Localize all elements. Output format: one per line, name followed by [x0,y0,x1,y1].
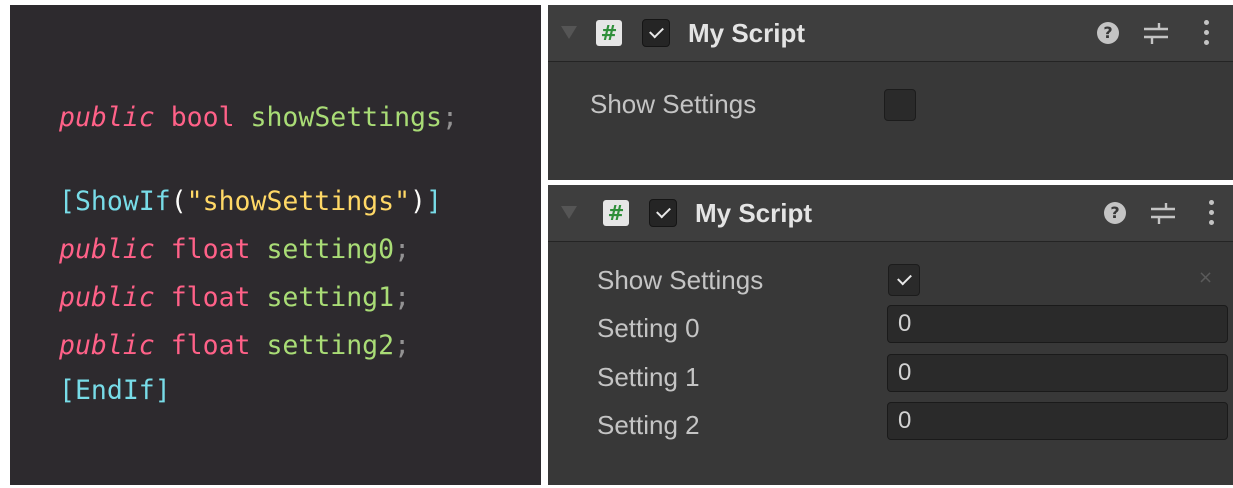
keyword-public: public [59,102,155,133]
setting-0-label: Setting 0 [597,313,700,343]
semicolon: ; [394,282,411,313]
attribute-open-bracket: [ [59,186,75,217]
kebab-menu-icon[interactable] [1203,20,1211,46]
field-name-setting0: setting0 [266,234,395,265]
component-enabled-checkbox[interactable] [642,19,670,47]
sliders-icon[interactable] [1143,21,1169,45]
code-line-show-settings: public bool showSettings; [59,102,458,133]
checkmark-icon [649,23,664,39]
attribute-endif: EndIf [74,375,155,406]
show-settings-label: Show Settings [597,265,764,295]
inspector-component-unchecked: # My Script ? Show Settings [548,5,1233,180]
field-name-setting1: setting1 [266,282,395,313]
keyword-public: public [59,282,155,313]
csharp-script-icon: # [596,20,622,46]
keyword-public: public [59,330,155,361]
type-bool: bool [170,102,235,133]
show-settings-label: Show Settings [590,89,757,119]
component-header[interactable]: # My Script ? [548,185,1233,242]
code-line-endif-attribute: [EndIf] [59,375,171,406]
triangle-down-icon[interactable] [561,206,577,219]
code-editor-panel: public bool showSettings; [ShowIf("showS… [10,5,541,485]
setting-0-input[interactable]: 0 [887,305,1228,343]
help-icon[interactable]: ? [1097,22,1119,44]
semicolon: ; [394,234,411,265]
setting-1-label: Setting 1 [597,362,700,392]
attribute-showif: ShowIf [74,186,171,217]
attribute-close-bracket: ] [154,375,171,406]
component-title: My Script [688,18,806,48]
help-icon[interactable]: ? [1104,202,1126,224]
code-line-setting0: public float setting0; [59,234,411,265]
semicolon: ; [441,102,458,133]
inspector-component-checked: # My Script ? Show Settings × Setting 0 … [548,185,1233,485]
type-float: float [170,330,251,361]
attribute-open-paren: ( [170,186,187,217]
csharp-script-icon: # [603,200,629,226]
component-enabled-checkbox[interactable] [649,199,677,227]
setting-1-input[interactable]: 0 [887,354,1228,392]
show-settings-checkbox[interactable] [888,264,920,296]
setting-2-label: Setting 2 [597,410,700,440]
show-settings-checkbox[interactable] [884,89,916,121]
type-float: float [170,234,251,265]
attribute-close-bracket: ] [426,186,442,217]
semicolon: ; [394,330,411,361]
component-header[interactable]: # My Script ? [548,5,1233,62]
sliders-icon[interactable] [1150,201,1176,225]
field-name-show-settings: showSettings [250,102,442,133]
checkmark-icon [897,270,912,286]
keyword-public: public [59,234,155,265]
attribute-close-paren: ) [410,186,427,217]
attribute-argument: "showSettings" [186,186,411,217]
component-title: My Script [695,198,813,228]
setting-2-input[interactable]: 0 [887,402,1228,440]
type-float: float [170,282,251,313]
attribute-open-bracket: [ [59,375,75,406]
code-line-setting1: public float setting1; [59,282,411,313]
code-line-showif-attribute: [ShowIf("showSettings")] [59,186,442,217]
field-name-setting2: setting2 [266,330,395,361]
checkmark-icon [656,203,671,219]
triangle-down-icon[interactable] [561,26,577,39]
code-line-setting2: public float setting2; [59,330,411,361]
kebab-menu-icon[interactable] [1208,200,1216,226]
close-icon[interactable]: × [1198,267,1213,288]
